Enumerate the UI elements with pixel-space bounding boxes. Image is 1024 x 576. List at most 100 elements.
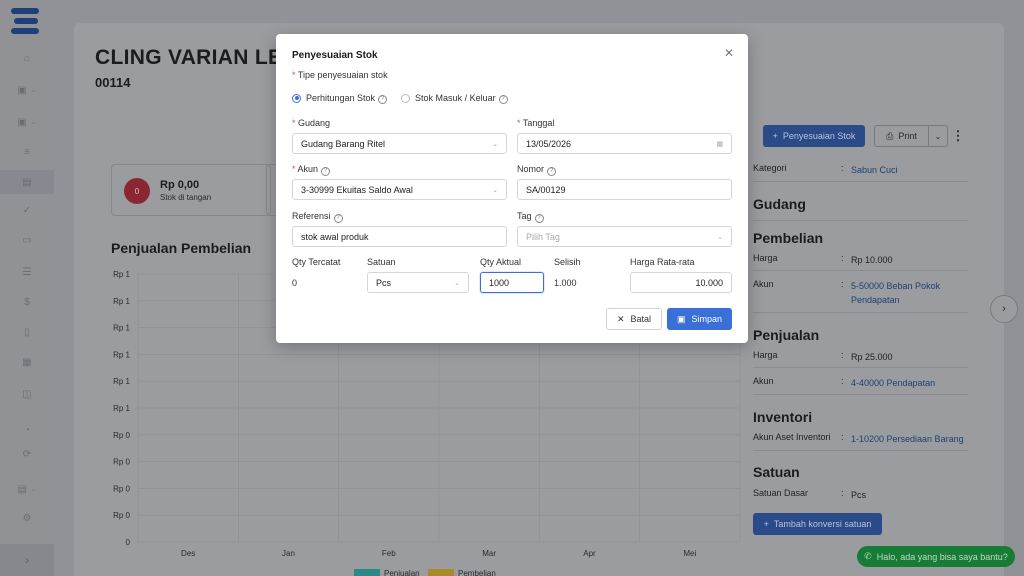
next-product-button[interactable]: ›: [990, 295, 1018, 323]
save-button[interactable]: ▣ Simpan: [667, 308, 732, 330]
date-picker[interactable]: 13/05/2026 ▦: [517, 133, 732, 154]
avg-price-input[interactable]: 10.000: [630, 272, 732, 293]
help-icon[interactable]: ?: [498, 95, 508, 104]
divider: [753, 270, 968, 271]
radio-stock-in-out-label[interactable]: Stok Masuk / Keluar: [415, 93, 496, 103]
expand-sidebar-icon[interactable]: ›: [0, 544, 54, 576]
y-tick-label: Rp 0: [113, 484, 130, 493]
penjualan-akun-link[interactable]: 4-40000 Pendapatan: [851, 376, 971, 390]
colon: :: [841, 350, 844, 360]
sales-icon[interactable]: ▣ ⌄: [0, 78, 54, 102]
y-tick-label: Rp 1: [113, 324, 130, 333]
akun-label: * Akun?: [292, 164, 331, 176]
radio-stock-count[interactable]: [292, 93, 301, 103]
pembelian-akun-link[interactable]: 5-50000 Beban Pokok Pendapatan: [851, 279, 971, 307]
help-icon[interactable]: ?: [378, 95, 388, 104]
help-icon[interactable]: ?: [321, 167, 331, 176]
reference-input[interactable]: stok awal produk: [292, 226, 507, 247]
stock-adjustment-modal: Penyesuaian Stok ✕ * Tipe penyesuaian st…: [276, 34, 748, 343]
bank-icon[interactable]: ▭: [0, 228, 54, 252]
app-logo[interactable]: [11, 6, 41, 38]
y-tick-label: Rp 1: [113, 404, 130, 413]
print-dropdown-button[interactable]: ⌄: [928, 125, 948, 147]
radio-stock-count-label[interactable]: Perhitungan Stok: [306, 93, 375, 103]
products-icon[interactable]: ▤: [0, 170, 54, 194]
chart-title: Penjualan Pembelian: [111, 240, 252, 256]
inventori-heading: Inventori: [753, 409, 813, 425]
warehouse-value: Gudang Barang Ritel: [301, 138, 386, 149]
second-summary-card: [266, 164, 276, 216]
penjualan-harga-key: Harga: [753, 350, 778, 360]
radio-stock-in-out[interactable]: [401, 93, 411, 103]
qty-actual-label: Qty Aktual: [480, 257, 522, 267]
adjustment-type-radios: Perhitungan Stok ? Stok Masuk / Keluar ?: [292, 92, 508, 104]
warehouse-select[interactable]: Gudang Barang Ritel ⌄: [292, 133, 507, 154]
colon: :: [841, 376, 844, 386]
pembelian-akun-key: Akun: [753, 279, 774, 289]
chevron-down-icon: ⌄: [492, 140, 498, 148]
divider: [753, 450, 968, 451]
avg-price-value: 10.000: [695, 277, 723, 288]
tag-label: Tag?: [517, 211, 544, 223]
y-tick-label: Rp 1: [113, 270, 130, 279]
help-icon[interactable]: ?: [534, 214, 544, 223]
print-button[interactable]: ⎙ Print: [874, 125, 929, 147]
asset-icon[interactable]: ◫: [0, 382, 54, 406]
book-icon[interactable]: ▤ ⌄: [0, 477, 54, 501]
plus-icon: +: [763, 519, 769, 529]
divider: [753, 220, 968, 221]
colon: :: [841, 279, 844, 289]
purchase-icon[interactable]: ▣ ⌄: [0, 110, 54, 134]
chat-label: Halo, ada yang bisa saya bantu?: [876, 551, 1008, 562]
chevron-down-icon: ⌄: [934, 131, 942, 141]
penjualan-akun-key: Akun: [753, 376, 774, 386]
difference-label: Selisih: [554, 257, 581, 267]
y-tick-label: Rp 1: [113, 350, 130, 359]
qty-actual-input[interactable]: 1000: [480, 272, 544, 293]
check-icon[interactable]: ✓: [0, 198, 54, 222]
legend-swatch-pembelian: [428, 569, 454, 576]
penjualan-heading: Penjualan: [753, 327, 820, 343]
help-icon[interactable]: ?: [333, 214, 343, 223]
home-icon[interactable]: ⌂: [0, 46, 54, 70]
date-value: 13/05/2026: [526, 138, 572, 149]
report-icon[interactable]: ☰: [0, 260, 54, 284]
dollar-icon[interactable]: $: [0, 290, 54, 314]
stock-status-icon: 0: [124, 178, 150, 204]
tag-select[interactable]: Pilih Tag ⌄: [517, 226, 732, 247]
tag-placeholder: Pilih Tag: [526, 231, 560, 242]
document-icon[interactable]: ▯: [0, 320, 54, 344]
referensi-label: Referensi?: [292, 211, 343, 223]
nomor-label-text: Nomor: [517, 164, 545, 174]
list-icon[interactable]: ≡: [0, 140, 54, 164]
unit-label: Satuan: [367, 257, 396, 267]
inventori-link[interactable]: 1-10200 Persediaan Barang: [851, 432, 971, 446]
cancel-button[interactable]: ✕ Batal: [606, 308, 662, 330]
account-select[interactable]: 3-30999 Ekuitas Saldo Awal ⌄: [292, 179, 507, 200]
y-tick-label: Rp 0: [113, 458, 130, 467]
unit-value: Pcs: [376, 277, 392, 288]
x-tick-label: Feb: [382, 549, 396, 558]
unit-select[interactable]: Pcs ⌄: [367, 272, 469, 293]
dashboard-icon[interactable]: ◔: [0, 418, 54, 442]
more-options-icon[interactable]: ⋮: [952, 125, 965, 147]
calendar-icon[interactable]: ▦: [0, 350, 54, 374]
kategori-link[interactable]: Sabun Cuci: [851, 163, 971, 177]
gudang-heading: Gudang: [753, 196, 806, 212]
number-input[interactable]: SA/00129: [517, 179, 732, 200]
add-unit-conversion-button[interactable]: + Tambah konversi satuan: [753, 513, 882, 535]
help-icon[interactable]: ?: [547, 167, 557, 176]
add-unit-conversion-label: Tambah konversi satuan: [773, 519, 872, 529]
y-tick-label: 0: [126, 538, 131, 547]
settings-icon[interactable]: ⚙: [0, 506, 54, 530]
y-tick-label: Rp 0: [113, 511, 130, 520]
qty-recorded-value: 0: [292, 278, 298, 288]
tag-label-text: Tag: [517, 211, 532, 221]
link-icon[interactable]: ⟳: [0, 442, 54, 466]
akun-label-text: Akun: [297, 164, 319, 174]
x-tick-label: Apr: [583, 549, 596, 558]
penjualan-harga-value: Rp 25.000: [851, 352, 893, 362]
close-icon[interactable]: ✕: [724, 46, 734, 60]
stock-adjustment-button[interactable]: + Penyesuaian Stok: [763, 125, 865, 147]
chat-widget-button[interactable]: ✆ Halo, ada yang bisa saya bantu?: [857, 546, 1015, 567]
